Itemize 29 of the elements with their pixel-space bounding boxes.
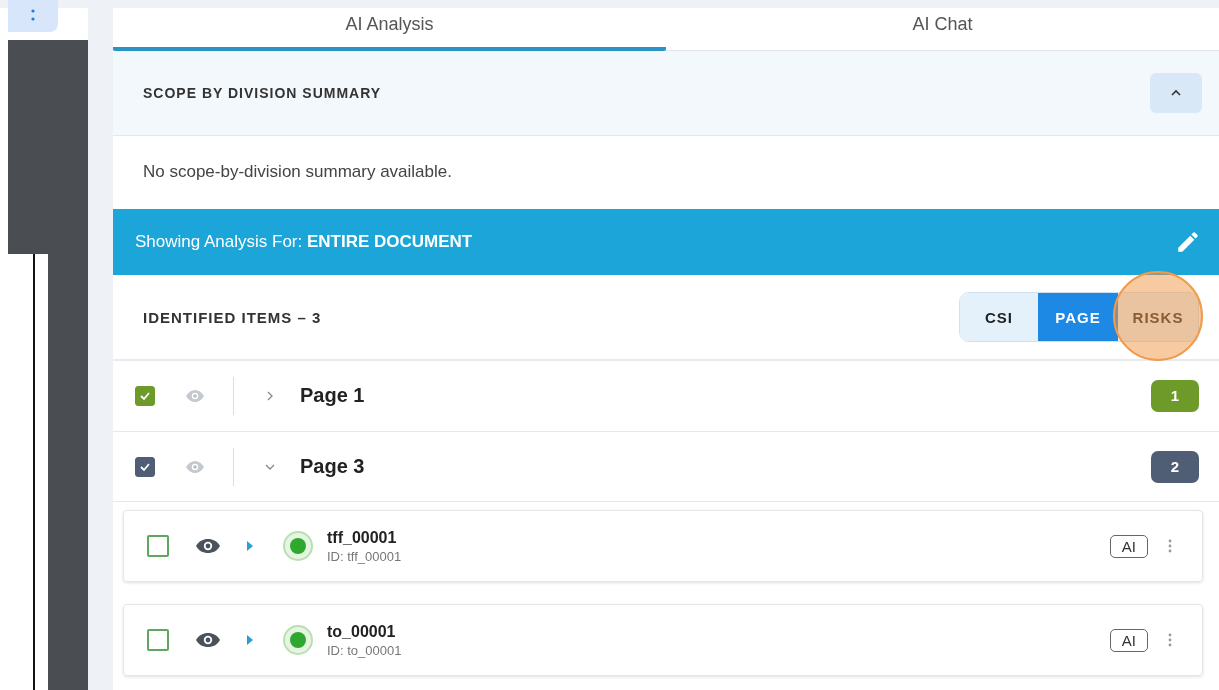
caret-icon[interactable] <box>247 635 253 646</box>
group-title: Page 1 <box>300 384 366 408</box>
view-toggle[interactable]: RISKS <box>1118 293 1198 341</box>
section-title: IDENTIFIED ITEMS – 3 <box>143 308 323 326</box>
item-id: ID: tff_00001 <box>327 548 403 564</box>
item-id: ID: to_00001 <box>327 642 403 658</box>
ai-tag: AI <box>1109 628 1148 652</box>
section-title: SCOPE BY DIVISION SUMMARY <box>143 84 383 101</box>
eye-icon[interactable] <box>195 632 221 649</box>
more-icon <box>31 9 35 23</box>
checkbox[interactable] <box>147 629 169 652</box>
group-title: Page 3 <box>300 455 366 479</box>
checkbox[interactable] <box>147 535 169 558</box>
summary-text: No scope-by-division summary available. <box>143 162 452 183</box>
checkbox[interactable] <box>135 385 155 406</box>
ai-tag: AI <box>1109 534 1148 558</box>
view-toggle[interactable]: CSI <box>960 293 1038 341</box>
more-icon[interactable] <box>1168 633 1172 648</box>
view-toggle[interactable]: PAGE <box>1038 293 1118 341</box>
count-badge: 1 <box>1151 379 1199 412</box>
more-icon[interactable] <box>1168 539 1172 554</box>
tab[interactable]: AI Chat <box>666 8 1219 51</box>
item-name: tff_00001 <box>327 528 398 547</box>
caret-icon[interactable] <box>247 541 253 552</box>
analysis-scope-text: Showing Analysis For: ENTIRE DOCUMENT <box>135 232 474 253</box>
item-name: to_00001 <box>327 622 397 641</box>
eye-icon[interactable] <box>195 538 221 555</box>
checkbox[interactable] <box>135 456 155 477</box>
count-badge: 2 <box>1151 450 1199 483</box>
